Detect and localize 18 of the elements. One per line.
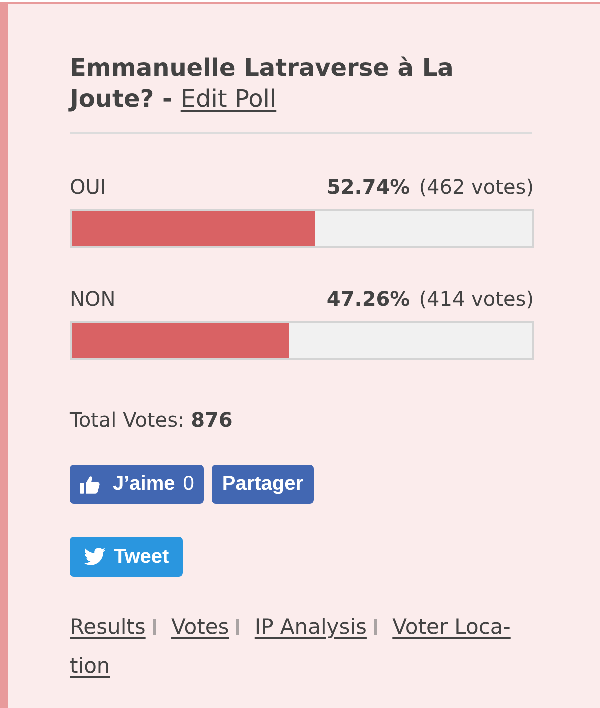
option-percent: 47.26%	[326, 286, 410, 312]
result-link[interactable]: Votes	[172, 615, 230, 639]
bird-icon	[84, 548, 106, 566]
option-votes: (462 votes)	[419, 174, 534, 200]
option-percent: 52.74%	[326, 174, 410, 200]
edit-poll-link[interactable]: Edit Poll	[180, 85, 277, 113]
share-button[interactable]: Partager	[212, 465, 314, 504]
result-link[interactable]: Voter Loca-	[392, 615, 511, 639]
result-link[interactable]: IP Analysis	[254, 615, 367, 639]
option-label: NON	[70, 286, 116, 312]
total-votes: Total Votes: 876	[70, 407, 234, 433]
result-link[interactable]: tion	[70, 654, 110, 678]
option-votes: (414 votes)	[419, 286, 534, 312]
option-label: OUI	[70, 174, 106, 200]
poll-title: Emmanuelle Latraverse à La Joute? - Edit Poll	[70, 53, 455, 115]
thumbs-up-icon	[80, 476, 100, 494]
like-button[interactable]: J’aime 0	[70, 465, 204, 504]
result-link[interactable]: Results	[70, 615, 146, 639]
